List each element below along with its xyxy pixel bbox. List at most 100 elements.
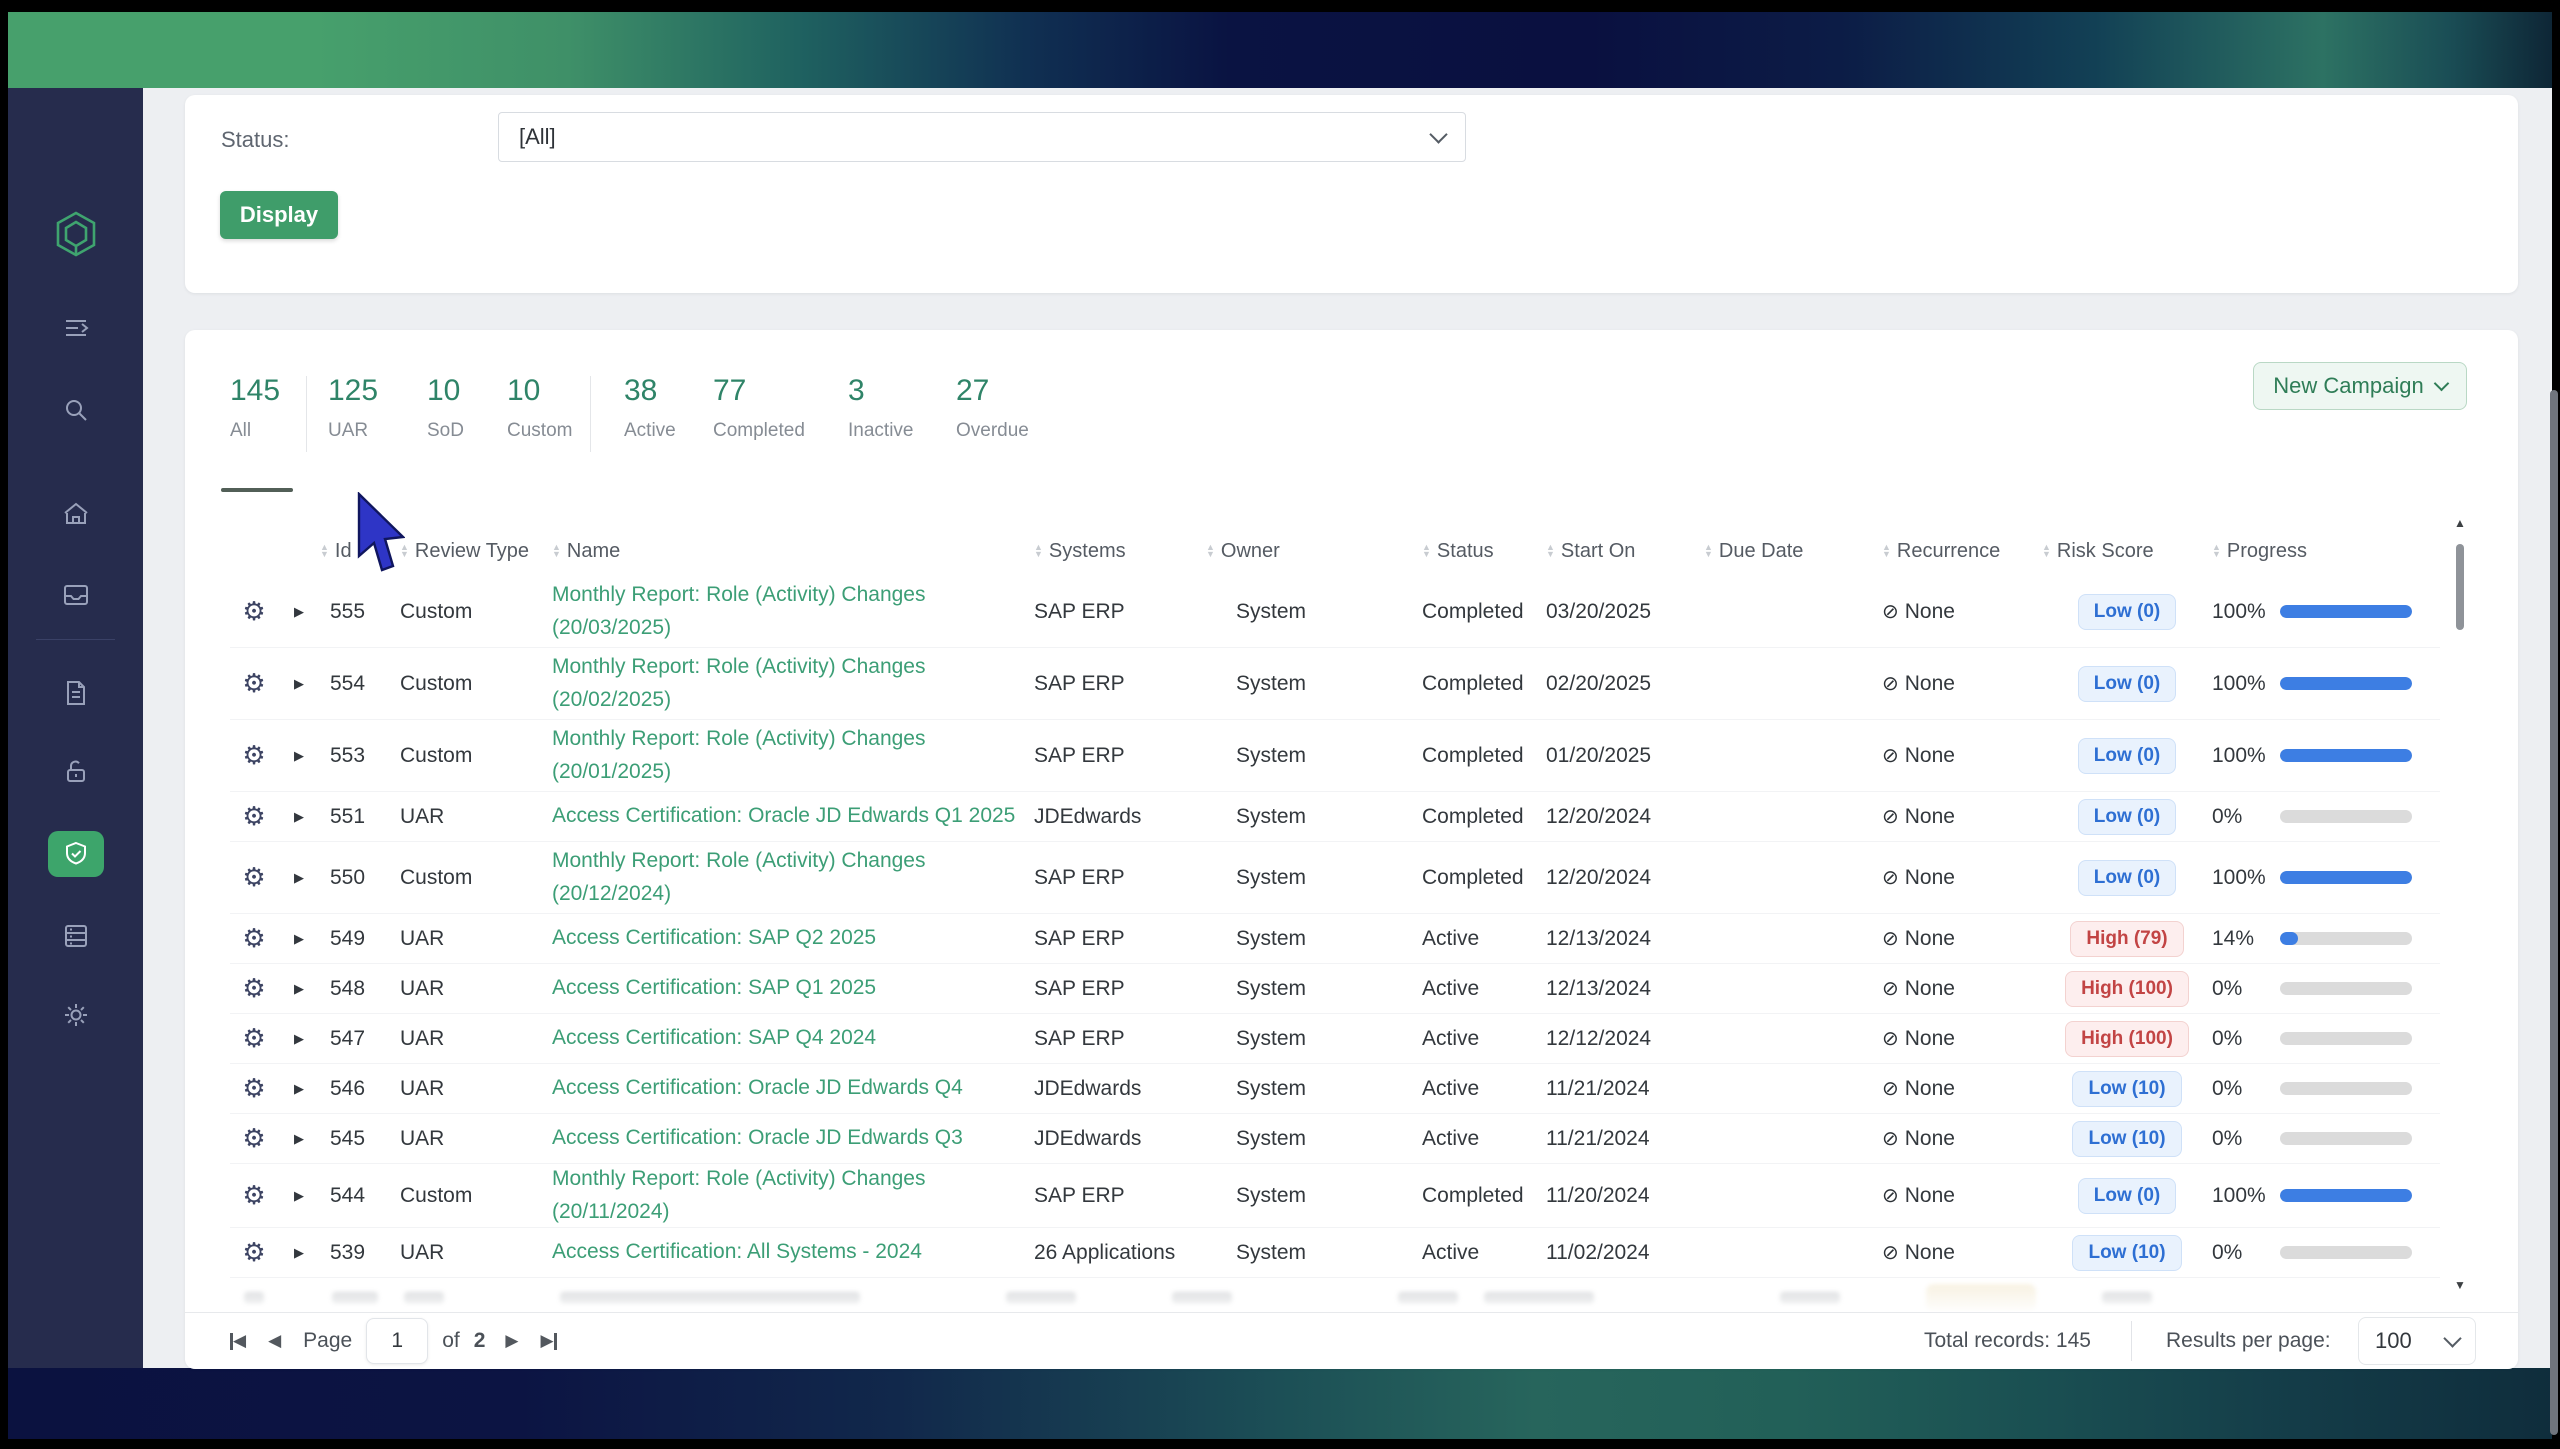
row-id: 539 — [320, 1241, 400, 1265]
campaign-name-link[interactable]: Monthly Report: Role (Activity) Changes … — [552, 655, 925, 711]
stat-tab-sod[interactable]: 10 SoD — [427, 374, 464, 442]
per-page-select[interactable]: 100 — [2358, 1317, 2476, 1365]
status-select[interactable]: [All] — [498, 112, 1466, 162]
row-actions-gear-icon[interactable]: ⚙ — [230, 1180, 278, 1211]
table-row: ⚙▶539UARAccess Certification: All System… — [230, 1228, 2440, 1278]
row-owner: System — [1206, 866, 1422, 890]
campaign-name-link[interactable]: Access Certification: SAP Q4 2024 — [552, 1026, 876, 1049]
stat-label: SoD — [427, 420, 464, 442]
row-expand-icon[interactable]: ▶ — [278, 1131, 320, 1147]
row-recurrence: ⊘None — [1882, 865, 2042, 890]
row-name: Access Certification: SAP Q4 2024 — [552, 1022, 1034, 1055]
stat-tab-completed[interactable]: 77Completed — [713, 374, 805, 442]
table-scrollbar[interactable]: ▲ ▼ — [2453, 516, 2467, 1292]
row-expand-icon[interactable]: ▶ — [278, 870, 320, 886]
stat-tab-all[interactable]: 145All — [230, 374, 280, 442]
home-icon[interactable] — [8, 490, 143, 538]
sidebar-item-certifications[interactable] — [48, 831, 104, 877]
column-header-review-type[interactable]: ▲▼Review Type — [400, 540, 552, 563]
row-expand-icon[interactable]: ▶ — [278, 748, 320, 764]
none-recurrence-icon: ⊘ — [1882, 743, 1899, 768]
stat-tab-active[interactable]: 38Active — [624, 374, 676, 442]
row-owner: System — [1206, 672, 1422, 696]
row-expand-icon[interactable]: ▶ — [278, 1188, 320, 1204]
lock-icon[interactable] — [8, 748, 143, 796]
campaign-name-link[interactable]: Access Certification: Oracle JD Edwards … — [552, 804, 1015, 827]
new-campaign-button[interactable]: New Campaign — [2253, 362, 2467, 410]
row-review-type: Custom — [400, 744, 552, 768]
database-icon[interactable] — [8, 912, 143, 960]
row-actions-gear-icon[interactable]: ⚙ — [230, 668, 278, 699]
column-header-start-on[interactable]: ▲▼Start On — [1546, 540, 1704, 563]
row-systems: JDEdwards — [1034, 805, 1206, 829]
row-actions-gear-icon[interactable]: ⚙ — [230, 862, 278, 893]
row-actions-gear-icon[interactable]: ⚙ — [230, 801, 278, 832]
stat-value: 10 — [427, 374, 464, 408]
column-header-progress[interactable]: ▲▼Progress — [2212, 540, 2440, 563]
campaign-name-link[interactable]: Access Certification: All Systems - 2024 — [552, 1240, 922, 1263]
settings-gear-icon[interactable] — [8, 991, 143, 1039]
row-review-type: UAR — [400, 1241, 552, 1265]
row-expand-icon[interactable]: ▶ — [278, 809, 320, 825]
display-button[interactable]: Display — [220, 191, 338, 239]
stat-tab-custom[interactable]: 10Custom — [507, 374, 572, 442]
scroll-up-icon[interactable]: ▲ — [2454, 516, 2466, 530]
risk-badge: Low (10) — [2072, 1071, 2181, 1107]
row-start-on: 12/12/2024 — [1546, 1027, 1704, 1051]
row-actions-gear-icon[interactable]: ⚙ — [230, 1073, 278, 1104]
column-header-status[interactable]: ▲▼Status — [1422, 540, 1546, 563]
status-filter-label: Status: — [221, 127, 289, 153]
stat-tab-overdue[interactable]: 27Overdue — [956, 374, 1029, 442]
row-expand-icon[interactable]: ▶ — [278, 1081, 320, 1097]
last-page-button[interactable]: ▶ — [540, 1331, 556, 1351]
row-actions-gear-icon[interactable]: ⚙ — [230, 1237, 278, 1268]
inbox-icon[interactable] — [8, 571, 143, 619]
progress-bar — [2280, 932, 2412, 945]
campaign-name-link[interactable]: Access Certification: SAP Q1 2025 — [552, 976, 876, 999]
table-row: ⚙▶555CustomMonthly Report: Role (Activit… — [230, 576, 2440, 648]
page-number-input[interactable]: 1 — [366, 1318, 428, 1364]
stat-tab-uar[interactable]: 125UAR — [328, 374, 378, 442]
first-page-button[interactable]: ◀ — [230, 1331, 246, 1351]
row-expand-icon[interactable]: ▶ — [278, 981, 320, 997]
row-status: Active — [1422, 1027, 1546, 1051]
row-actions-gear-icon[interactable]: ⚙ — [230, 740, 278, 771]
row-actions-gear-icon[interactable]: ⚙ — [230, 1123, 278, 1154]
row-risk-score: High (100) — [2042, 1021, 2212, 1057]
row-expand-icon[interactable]: ▶ — [278, 1245, 320, 1261]
column-header-name[interactable]: ▲▼Name — [552, 540, 1034, 563]
stats-divider — [306, 376, 307, 452]
prev-page-button[interactable]: ◀ — [268, 1331, 281, 1351]
scrollbar-thumb[interactable] — [2456, 544, 2464, 630]
document-icon[interactable] — [8, 669, 143, 717]
row-expand-icon[interactable]: ▶ — [278, 931, 320, 947]
row-expand-icon[interactable]: ▶ — [278, 1031, 320, 1047]
campaign-name-link[interactable]: Monthly Report: Role (Activity) Changes … — [552, 1167, 925, 1223]
row-expand-icon[interactable]: ▶ — [278, 604, 320, 620]
row-actions-gear-icon[interactable]: ⚙ — [230, 923, 278, 954]
row-expand-icon[interactable]: ▶ — [278, 676, 320, 692]
browser-scrollbar[interactable] — [2550, 390, 2558, 1435]
column-header-due-date[interactable]: ▲▼Due Date — [1704, 540, 1882, 563]
total-records: Total records: 145 — [1924, 1329, 2091, 1353]
row-actions-gear-icon[interactable]: ⚙ — [230, 596, 278, 627]
row-actions-gear-icon[interactable]: ⚙ — [230, 1023, 278, 1054]
campaign-name-link[interactable]: Access Certification: SAP Q2 2025 — [552, 926, 876, 949]
row-start-on: 12/13/2024 — [1546, 977, 1704, 1001]
campaign-name-link[interactable]: Access Certification: Oracle JD Edwards … — [552, 1126, 963, 1149]
column-header-owner[interactable]: ▲▼Owner — [1206, 540, 1422, 563]
scroll-down-icon[interactable]: ▼ — [2454, 1278, 2466, 1292]
row-actions-gear-icon[interactable]: ⚙ — [230, 973, 278, 1004]
column-header-recurrence[interactable]: ▲▼Recurrence — [1882, 540, 2042, 563]
row-start-on: 03/20/2025 — [1546, 600, 1704, 624]
column-header-systems[interactable]: ▲▼Systems — [1034, 540, 1206, 563]
campaign-name-link[interactable]: Monthly Report: Role (Activity) Changes … — [552, 727, 925, 783]
next-page-button[interactable]: ▶ — [505, 1331, 518, 1351]
collapse-menu-icon[interactable] — [8, 304, 143, 352]
column-header-risk-score[interactable]: ▲▼Risk Score — [2042, 540, 2212, 563]
search-icon[interactable] — [8, 386, 143, 434]
campaign-name-link[interactable]: Monthly Report: Role (Activity) Changes … — [552, 583, 925, 639]
campaign-name-link[interactable]: Monthly Report: Role (Activity) Changes … — [552, 849, 925, 905]
campaign-name-link[interactable]: Access Certification: Oracle JD Edwards … — [552, 1076, 963, 1099]
stat-tab-inactive[interactable]: 3Inactive — [848, 374, 913, 442]
